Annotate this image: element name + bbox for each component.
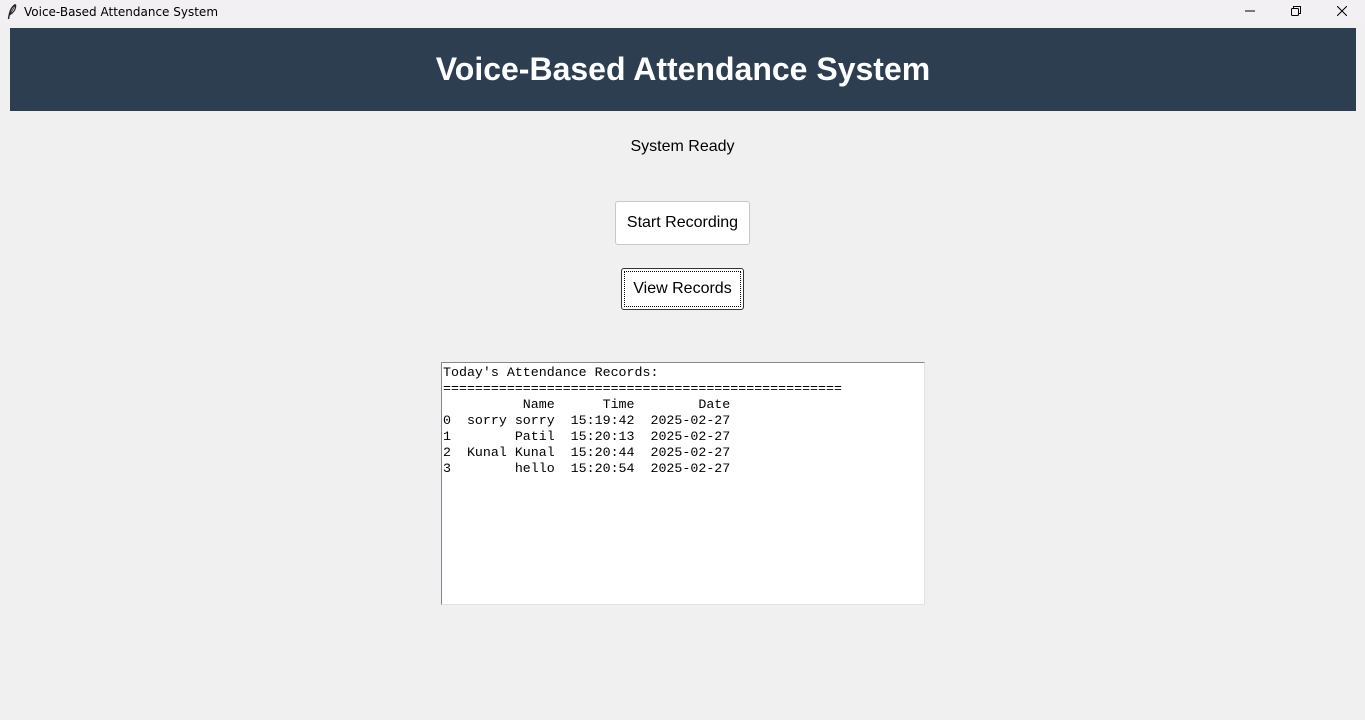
records-text-area[interactable]: Today's Attendance Records: ============… [441,362,925,605]
minimize-button[interactable] [1227,0,1273,24]
record-row: 3 hello 15:20:54 2025-02-27 [443,461,731,476]
window-controls [1227,0,1365,24]
view-records-button[interactable]: View Records [621,268,744,310]
records-heading: Today's Attendance Records: [443,365,659,380]
close-button[interactable] [1319,0,1365,24]
page-title: Voice-Based Attendance System [435,51,931,87]
record-row: 0 sorry sorry 15:19:42 2025-02-27 [443,413,731,428]
start-recording-button[interactable]: Start Recording [615,201,750,245]
app-window: Voice-Based Attendance System Voice-Base… [0,0,1365,720]
feather-icon [4,4,20,20]
view-records-label: View Records [633,280,732,297]
status-label: System Ready [630,138,735,155]
record-row: 2 Kunal Kunal 15:20:44 2025-02-27 [443,445,731,460]
header-banner: Voice-Based Attendance System [10,28,1356,111]
restore-icon [1291,3,1301,21]
maximize-button[interactable] [1273,0,1319,24]
start-recording-label: Start Recording [626,214,739,231]
window-title: Voice-Based Attendance System [24,5,219,19]
records-content: Today's Attendance Records: ============… [442,363,924,477]
minimize-icon [1245,3,1255,21]
records-separator: ========================================… [443,381,842,396]
close-icon [1336,3,1348,21]
title-bar[interactable]: Voice-Based Attendance System [0,0,1365,24]
records-header-line: Name Time Date [443,397,731,412]
record-row: 1 Patil 15:20:13 2025-02-27 [443,429,731,444]
